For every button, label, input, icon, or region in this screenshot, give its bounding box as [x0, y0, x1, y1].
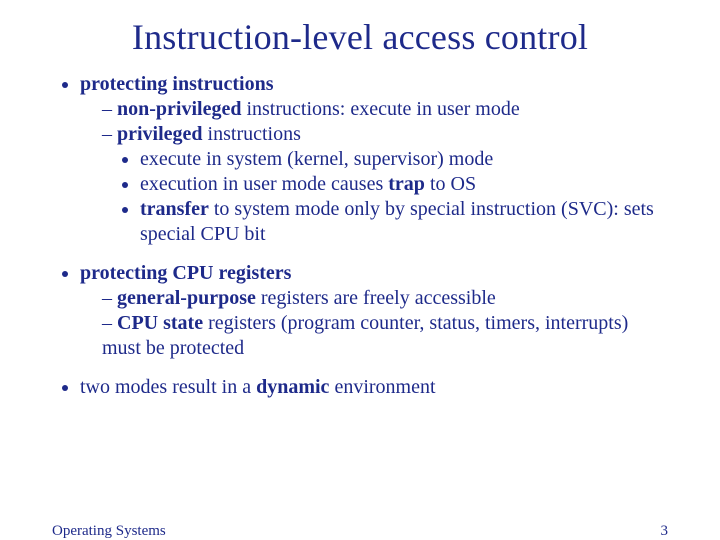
slide-title: Instruction-level access control	[0, 16, 720, 58]
detail-transfer: transfer to system mode only by special …	[140, 197, 668, 247]
sublist: non-privileged instructions: execute in …	[80, 97, 668, 247]
text-bold: protecting CPU registers	[80, 262, 291, 284]
text: two modes result in a	[80, 376, 256, 398]
text: instructions: execute in user mode	[241, 98, 519, 120]
detail-execute-system: execute in system (kernel, supervisor) m…	[140, 147, 668, 172]
text: registers are freely accessible	[256, 287, 496, 309]
text-bold: transfer	[140, 198, 209, 220]
bullet-protecting-instructions: protecting instructions non-privileged i…	[80, 72, 668, 247]
bullet-group-2: protecting CPU registers general-purpose…	[52, 261, 668, 361]
text: execute in system (kernel, supervisor) m…	[140, 148, 493, 170]
text-bold: non-privileged	[117, 98, 241, 120]
bullet-protecting-registers: protecting CPU registers general-purpose…	[80, 261, 668, 361]
bullet-dynamic-env: two modes result in a dynamic environmen…	[80, 375, 668, 400]
subsublist: execute in system (kernel, supervisor) m…	[102, 147, 668, 247]
sub-nonprivileged: non-privileged instructions: execute in …	[102, 97, 668, 122]
sub-privileged: privileged instructions execute in syste…	[102, 122, 668, 247]
text-bold: privileged	[117, 123, 203, 145]
text-bold: general-purpose	[117, 287, 256, 309]
text: environment	[329, 376, 435, 398]
bullet-group-3: two modes result in a dynamic environmen…	[52, 375, 668, 400]
text-bold: protecting instructions	[80, 73, 274, 95]
text-bold: trap	[388, 173, 425, 195]
slide: Instruction-level access control protect…	[0, 16, 720, 540]
sublist: general-purpose registers are freely acc…	[80, 286, 668, 361]
slide-body: protecting instructions non-privileged i…	[0, 72, 720, 400]
footer-left: Operating Systems	[52, 523, 166, 540]
text-bold: CPU state	[117, 312, 203, 334]
text: instructions	[203, 123, 301, 145]
text: to OS	[425, 173, 476, 195]
text-bold: dynamic	[256, 376, 329, 398]
detail-trap: execution in user mode causes trap to OS	[140, 172, 668, 197]
text: to system mode only by special instructi…	[140, 198, 654, 245]
sub-cpu-state: CPU state registers (program counter, st…	[102, 311, 668, 361]
page-number: 3	[661, 523, 669, 540]
text: execution in user mode causes	[140, 173, 388, 195]
bullet-group-1: protecting instructions non-privileged i…	[52, 72, 668, 247]
footer: Operating Systems 3	[0, 523, 720, 540]
sub-general-purpose: general-purpose registers are freely acc…	[102, 286, 668, 311]
